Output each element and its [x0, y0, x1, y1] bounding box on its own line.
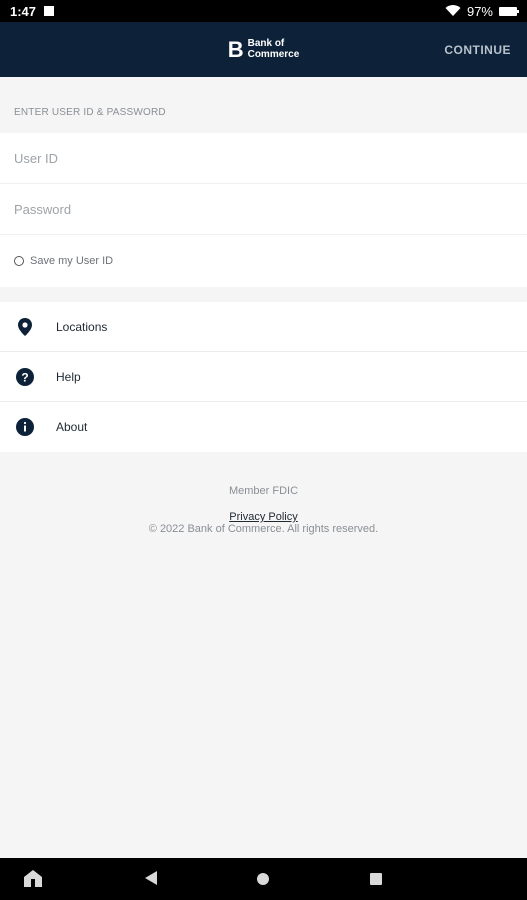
- bank-logo: B Bank of Commerce: [227, 36, 300, 62]
- menu-label-about: About: [56, 420, 88, 434]
- user-id-input[interactable]: [14, 150, 513, 166]
- privacy-policy-link[interactable]: Privacy Policy: [229, 511, 297, 523]
- location-pin-icon: [16, 317, 34, 336]
- logo-line-2: Commerce: [247, 48, 300, 60]
- logo-mark: B: [227, 36, 244, 62]
- info-icon: [16, 418, 34, 436]
- menu-label-help: Help: [56, 369, 81, 384]
- question-icon: ?: [16, 367, 34, 386]
- menu-item-locations[interactable]: Locations: [0, 302, 527, 352]
- copyright: © 2022 Bank of Commerce. All rights rese…: [148, 523, 379, 535]
- home-button-icon[interactable]: [257, 873, 269, 885]
- wifi-icon: [445, 5, 461, 17]
- menu-item-about[interactable]: About: [0, 402, 527, 452]
- status-time: 1:47: [10, 3, 37, 19]
- member-fdic: Member FDIC: [228, 485, 299, 497]
- save-user-id-option[interactable]: Save my User ID: [0, 235, 527, 287]
- save-user-id-label: Save my User ID: [30, 255, 114, 267]
- save-user-id-radio[interactable]: [14, 256, 24, 266]
- system-nav-bar: [0, 858, 527, 900]
- app-header: B Bank of Commerce CONTINUE: [0, 22, 527, 77]
- battery-icon: [499, 6, 519, 16]
- home-icon[interactable]: [24, 870, 42, 887]
- svg-text:?: ?: [21, 370, 28, 384]
- menu-list: Locations ? Help About: [0, 302, 527, 452]
- back-icon[interactable]: [145, 871, 157, 885]
- footer: Member FDIC Privacy Policy © 2022 Bank o…: [0, 485, 527, 535]
- password-input[interactable]: [14, 201, 513, 217]
- continue-button[interactable]: CONTINUE: [444, 43, 511, 57]
- logo-line-1: Bank of: [247, 38, 285, 49]
- login-section-label: ENTER USER ID & PASSWORD: [14, 107, 166, 118]
- menu-item-help[interactable]: ? Help: [0, 352, 527, 402]
- menu-label-locations: Locations: [56, 319, 108, 334]
- battery-percent: 97%: [466, 3, 493, 19]
- notification-icon: [44, 6, 55, 16]
- status-bar: 1:47 97%: [0, 0, 527, 22]
- recents-icon[interactable]: [370, 873, 382, 885]
- login-form: Save my User ID: [0, 133, 527, 287]
